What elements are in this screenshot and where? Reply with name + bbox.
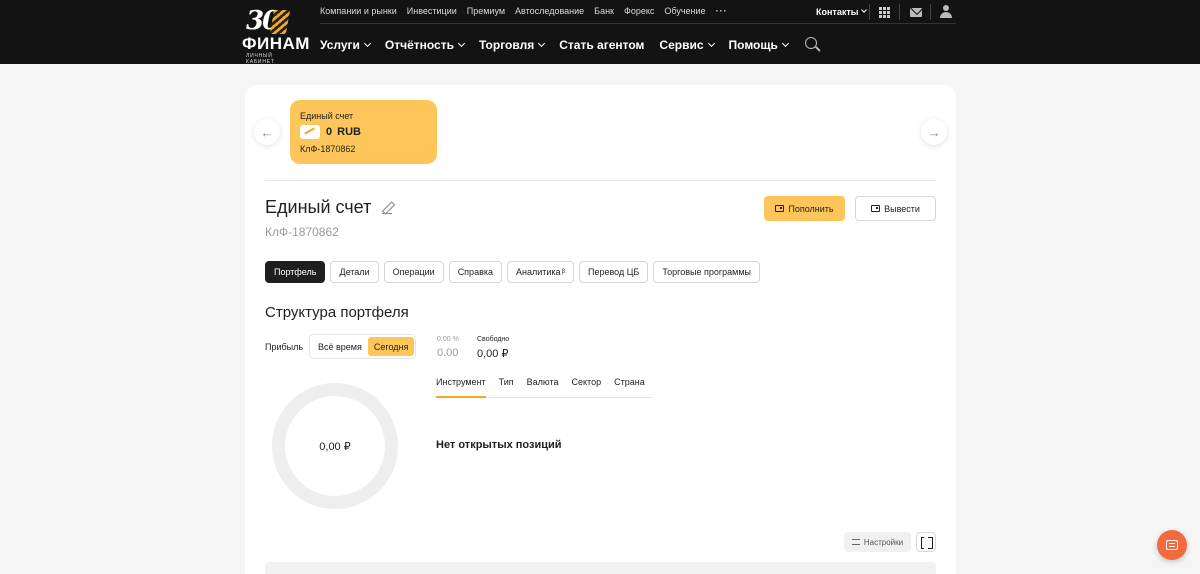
tab-operations[interactable]: Операции (383, 261, 444, 283)
empty-positions-message: Нет открытых позиций (436, 439, 562, 451)
wallet-out-icon (871, 205, 881, 212)
chevron-down-icon (707, 39, 715, 47)
positions-table-header (265, 562, 936, 574)
top-link-bank[interactable]: Банк (594, 6, 614, 16)
period-toggle: Всё время Сегодня (309, 334, 416, 359)
nav-reports-label: Отчётность (384, 37, 454, 52)
nav-help[interactable]: Помощь (728, 37, 789, 52)
nav-services[interactable]: Услуги (320, 37, 371, 52)
portfolio-donut-chart: 0,00 ₽ (272, 383, 398, 509)
top-link-autofollow[interactable]: Автоследование (515, 6, 584, 16)
tab-reference[interactable]: Справка (448, 261, 502, 283)
tile-currency: RUB (337, 126, 361, 138)
tab-analytics[interactable]: Аналитика β (507, 261, 575, 283)
nav-service[interactable]: Сервис (659, 37, 715, 52)
deposit-button[interactable]: Пополнить (764, 196, 845, 221)
fullscreen-button[interactable] (916, 532, 936, 552)
chevron-down-icon (457, 39, 466, 47)
arrow-left-icon: ← (260, 124, 274, 140)
search-icon[interactable] (804, 37, 820, 52)
wallet-icon (775, 205, 785, 212)
carousel-prev-button[interactable]: ← (254, 119, 280, 145)
nav-become-agent[interactable]: Стать агентом (559, 38, 644, 52)
profit-value: 0.00 (437, 347, 459, 359)
tile-title: Единый счет (300, 111, 354, 121)
carousel-next-button[interactable]: → (921, 119, 947, 145)
account-card: ← → Единый счет 0 RUB КлФ-1870862 Единый… (245, 85, 956, 574)
tab-analytics-label: Аналитика (516, 267, 561, 277)
free-funds-label: Свободно (477, 336, 510, 343)
top-link-investments[interactable]: Инвестиции (407, 6, 457, 16)
account-code: КлФ-1870862 (265, 225, 339, 239)
top-link-premium[interactable]: Премиум (467, 6, 505, 16)
beta-badge: β (561, 269, 566, 275)
period-today[interactable]: Сегодня (367, 337, 415, 356)
subtab-type[interactable]: Тип (499, 376, 514, 397)
settings-button[interactable]: Настройки (844, 532, 911, 552)
contacts-label: Контакты (816, 7, 859, 17)
tab-transfer-cb[interactable]: Перевод ЦБ (579, 261, 649, 283)
tile-account-code: КлФ-1870862 (300, 144, 356, 154)
chevron-down-icon (861, 7, 868, 13)
withdraw-button[interactable]: Вывести (855, 196, 936, 221)
header-separator (899, 4, 900, 20)
period-all-time[interactable]: Всё время (312, 337, 368, 356)
subtab-sector[interactable]: Сектор (572, 376, 602, 397)
nav-help-label: Помощь (728, 37, 778, 52)
more-links-button[interactable]: ··· (716, 6, 728, 16)
header-divider (320, 23, 956, 24)
logo-name: ФИНАМ (242, 34, 310, 53)
subtab-instrument[interactable]: Инструмент (436, 376, 486, 398)
chevron-down-icon (363, 39, 371, 47)
top-link-forex[interactable]: Форекс (624, 6, 654, 16)
site-header: 30 ФИНАМ ЛИЧНЫЙ КАБИНЕТ Компании и рынки… (0, 0, 1200, 65)
nav-trading[interactable]: Торговля (478, 37, 546, 52)
pencil-icon[interactable] (382, 202, 393, 214)
main-nav: Услуги Отчётность Торговля Стать агентом… (320, 37, 820, 52)
section-divider (265, 180, 936, 181)
subtab-currency[interactable]: Валюта (527, 376, 559, 397)
header-separator (930, 4, 931, 20)
top-link-education[interactable]: Обучение (664, 6, 705, 16)
chat-icon (1166, 540, 1178, 550)
portfolio-title: Структура портфеля (265, 304, 409, 321)
chat-button[interactable] (1157, 530, 1187, 560)
nav-services-label: Услуги (320, 37, 360, 52)
apps-grid-icon[interactable] (879, 7, 890, 18)
user-icon[interactable] (940, 5, 952, 18)
header-separator (869, 4, 870, 20)
structure-subtabs: Инструмент Тип Валюта Сектор Страна (436, 376, 653, 398)
tab-trading-programs[interactable]: Торговые программы (653, 261, 760, 283)
chevron-down-icon (781, 39, 789, 47)
ribbon-icon (269, 10, 291, 34)
withdraw-label: Вывести (884, 203, 920, 214)
profit-percent: 0.00 % (437, 336, 459, 343)
donut-total: 0,00 ₽ (319, 440, 351, 453)
account-title-text: Единый счет (265, 197, 372, 217)
top-links: Компании и рынки Инвестиции Премиум Авто… (320, 6, 728, 16)
contacts-dropdown[interactable]: Контакты (816, 7, 868, 17)
finam-logo[interactable]: 30 ФИНАМ ЛИЧНЫЙ КАБИНЕТ (242, 6, 309, 65)
tab-details[interactable]: Детали (330, 261, 379, 283)
chevron-down-icon (538, 39, 546, 47)
tile-amount: 0 (326, 126, 333, 138)
logo-subtitle: ЛИЧНЫЙ КАБИНЕТ (246, 53, 275, 65)
nav-reports[interactable]: Отчётность (384, 37, 466, 52)
deposit-label: Пополнить (788, 203, 834, 214)
trend-up-icon (300, 125, 320, 139)
mail-icon[interactable] (910, 8, 922, 17)
free-funds-value: 0,00 ₽ (477, 348, 509, 360)
nav-trading-label: Торговля (478, 37, 535, 52)
settings-label: Настройки (863, 537, 904, 547)
account-tile[interactable]: Единый счет 0 RUB КлФ-1870862 (290, 100, 437, 164)
nav-service-label: Сервис (659, 37, 704, 52)
arrow-right-icon: → (927, 124, 941, 140)
tab-portfolio[interactable]: Портфель (265, 261, 326, 283)
profit-label: Прибыль (265, 342, 304, 352)
subtab-country[interactable]: Страна (614, 376, 645, 397)
top-link-companies[interactable]: Компании и рынки (320, 6, 397, 16)
sliders-icon (851, 539, 860, 545)
account-tabs: Портфель Детали Операции Справка Аналити… (265, 261, 760, 283)
account-title: Единый счет (265, 197, 393, 218)
